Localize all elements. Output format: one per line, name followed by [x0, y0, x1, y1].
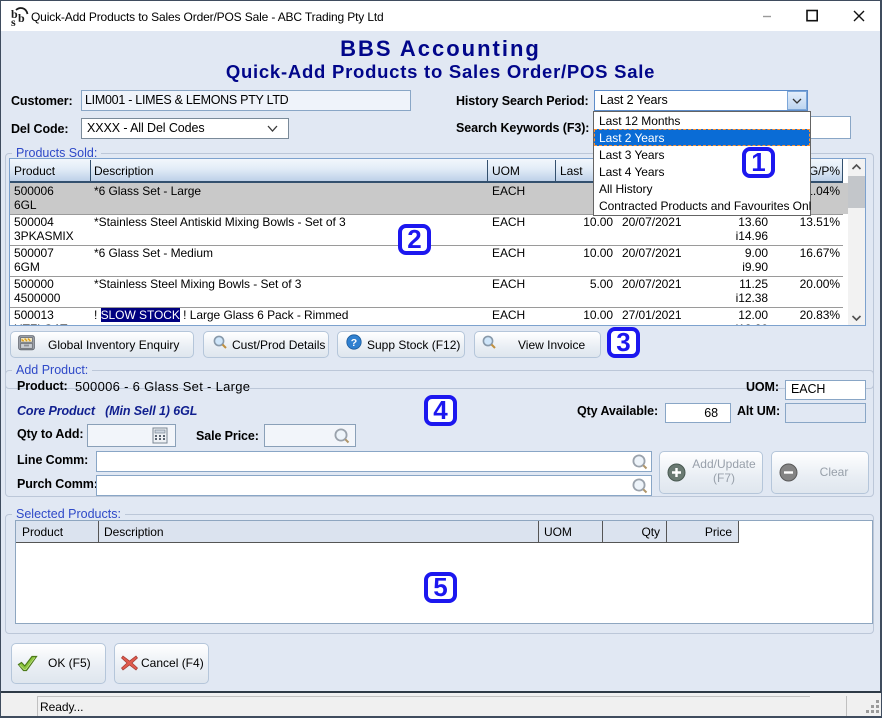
svg-text:?: ? — [351, 337, 357, 349]
svg-text:s: s — [11, 15, 16, 29]
svg-text:b: b — [18, 11, 25, 25]
